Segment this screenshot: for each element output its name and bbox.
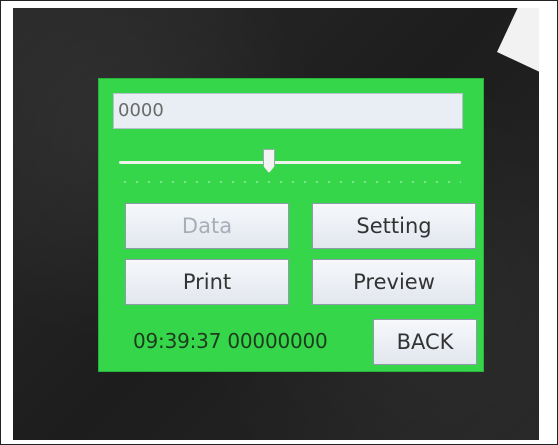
value-input[interactable]: 0000 [113, 93, 463, 129]
setting-button[interactable]: Setting [312, 203, 476, 249]
slider-track[interactable] [119, 161, 461, 164]
data-button[interactable]: Data [125, 203, 289, 249]
tick-dots [119, 181, 461, 183]
status-text: 09:39:37 00000000 [133, 329, 328, 353]
device-photo: 0000 Data Setting Print Preview 09:39:37… [13, 8, 539, 440]
preview-button[interactable]: Preview [312, 259, 476, 305]
print-button[interactable]: Print [125, 259, 289, 305]
device-screen: 0000 Data Setting Print Preview 09:39:37… [99, 79, 483, 371]
back-button[interactable]: BACK [373, 319, 477, 365]
image-frame: 0000 Data Setting Print Preview 09:39:37… [0, 0, 558, 445]
slider-thumb[interactable] [263, 149, 275, 173]
photo-corner [497, 8, 539, 78]
